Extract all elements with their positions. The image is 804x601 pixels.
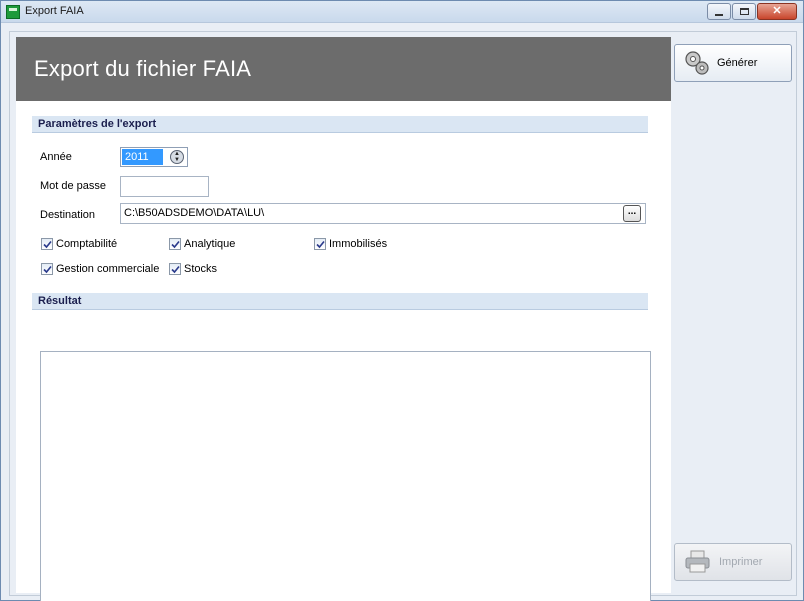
params-section-header: Paramètres de l'export xyxy=(32,116,648,133)
browse-button[interactable]: ... xyxy=(623,205,641,222)
client-area: Export du fichier FAIA Paramètres de l'e… xyxy=(9,31,797,601)
checkbox-box[interactable] xyxy=(41,238,53,250)
app-window: Export FAIA ✕ Export du fichier FAIA Par… xyxy=(0,0,804,601)
maximize-button[interactable] xyxy=(732,3,756,20)
year-value[interactable]: 2011 xyxy=(122,149,163,165)
checkbox-label: Immobilisés xyxy=(329,238,388,250)
checkbox-label: Gestion commerciale xyxy=(56,263,160,275)
checkmark-icon xyxy=(42,240,52,248)
close-button[interactable]: ✕ xyxy=(757,3,797,20)
checkbox-box[interactable] xyxy=(169,263,181,275)
checkmark-icon xyxy=(42,265,52,273)
print-label: Imprimer xyxy=(719,556,763,568)
printer-icon xyxy=(685,550,710,573)
main-panel: Paramètres de l'export Année 2011 ▲ ▼ Mot… xyxy=(16,101,671,601)
checkbox-stocks[interactable]: Stocks xyxy=(169,263,217,275)
destination-label: Destination xyxy=(40,209,96,221)
checkmark-icon xyxy=(170,240,180,248)
minimize-button[interactable] xyxy=(707,3,731,20)
result-section-header: Résultat xyxy=(32,293,648,310)
year-label: Année xyxy=(40,151,72,163)
checkbox-immobilises[interactable]: Immobilisés xyxy=(314,238,387,250)
print-button[interactable]: Imprimer xyxy=(674,543,792,581)
generate-button[interactable]: Générer xyxy=(674,44,792,82)
checkbox-box[interactable] xyxy=(169,238,181,250)
password-field[interactable] xyxy=(120,176,209,197)
checkbox-label: Comptabilité xyxy=(56,238,118,250)
destination-field[interactable]: C:\B50ADSDEMO\DATA\LU\ xyxy=(120,203,646,224)
maximize-icon xyxy=(739,8,749,15)
result-textarea[interactable] xyxy=(40,351,651,601)
checkbox-box[interactable] xyxy=(41,263,53,275)
checkbox-gestion-commerciale[interactable]: Gestion commerciale xyxy=(41,263,159,275)
spin-updown-icon[interactable]: ▲ ▼ xyxy=(170,150,184,164)
checkbox-analytique[interactable]: Analytique xyxy=(169,238,235,250)
checkmark-icon xyxy=(315,240,325,248)
app-icon xyxy=(6,5,20,19)
header-banner: Export du fichier FAIA xyxy=(16,37,671,101)
checkbox-box[interactable] xyxy=(314,238,326,250)
checkbox-comptabilite[interactable]: Comptabilité xyxy=(41,238,117,250)
generate-label: Générer xyxy=(717,57,758,69)
password-label: Mot de passe xyxy=(40,180,107,192)
window-controls: ✕ xyxy=(706,3,797,20)
close-icon: ✕ xyxy=(772,5,782,17)
minimize-icon xyxy=(715,13,723,16)
checkbox-label: Stocks xyxy=(184,263,218,275)
page-title: Export du fichier FAIA xyxy=(34,56,252,81)
checkmark-icon xyxy=(170,265,180,273)
gears-icon xyxy=(685,51,709,75)
window-title: Export FAIA xyxy=(25,5,84,17)
year-stepper[interactable]: 2011 ▲ ▼ xyxy=(120,147,188,167)
title-bar[interactable]: Export FAIA ✕ xyxy=(1,1,803,23)
checkbox-label: Analytique xyxy=(184,238,236,250)
